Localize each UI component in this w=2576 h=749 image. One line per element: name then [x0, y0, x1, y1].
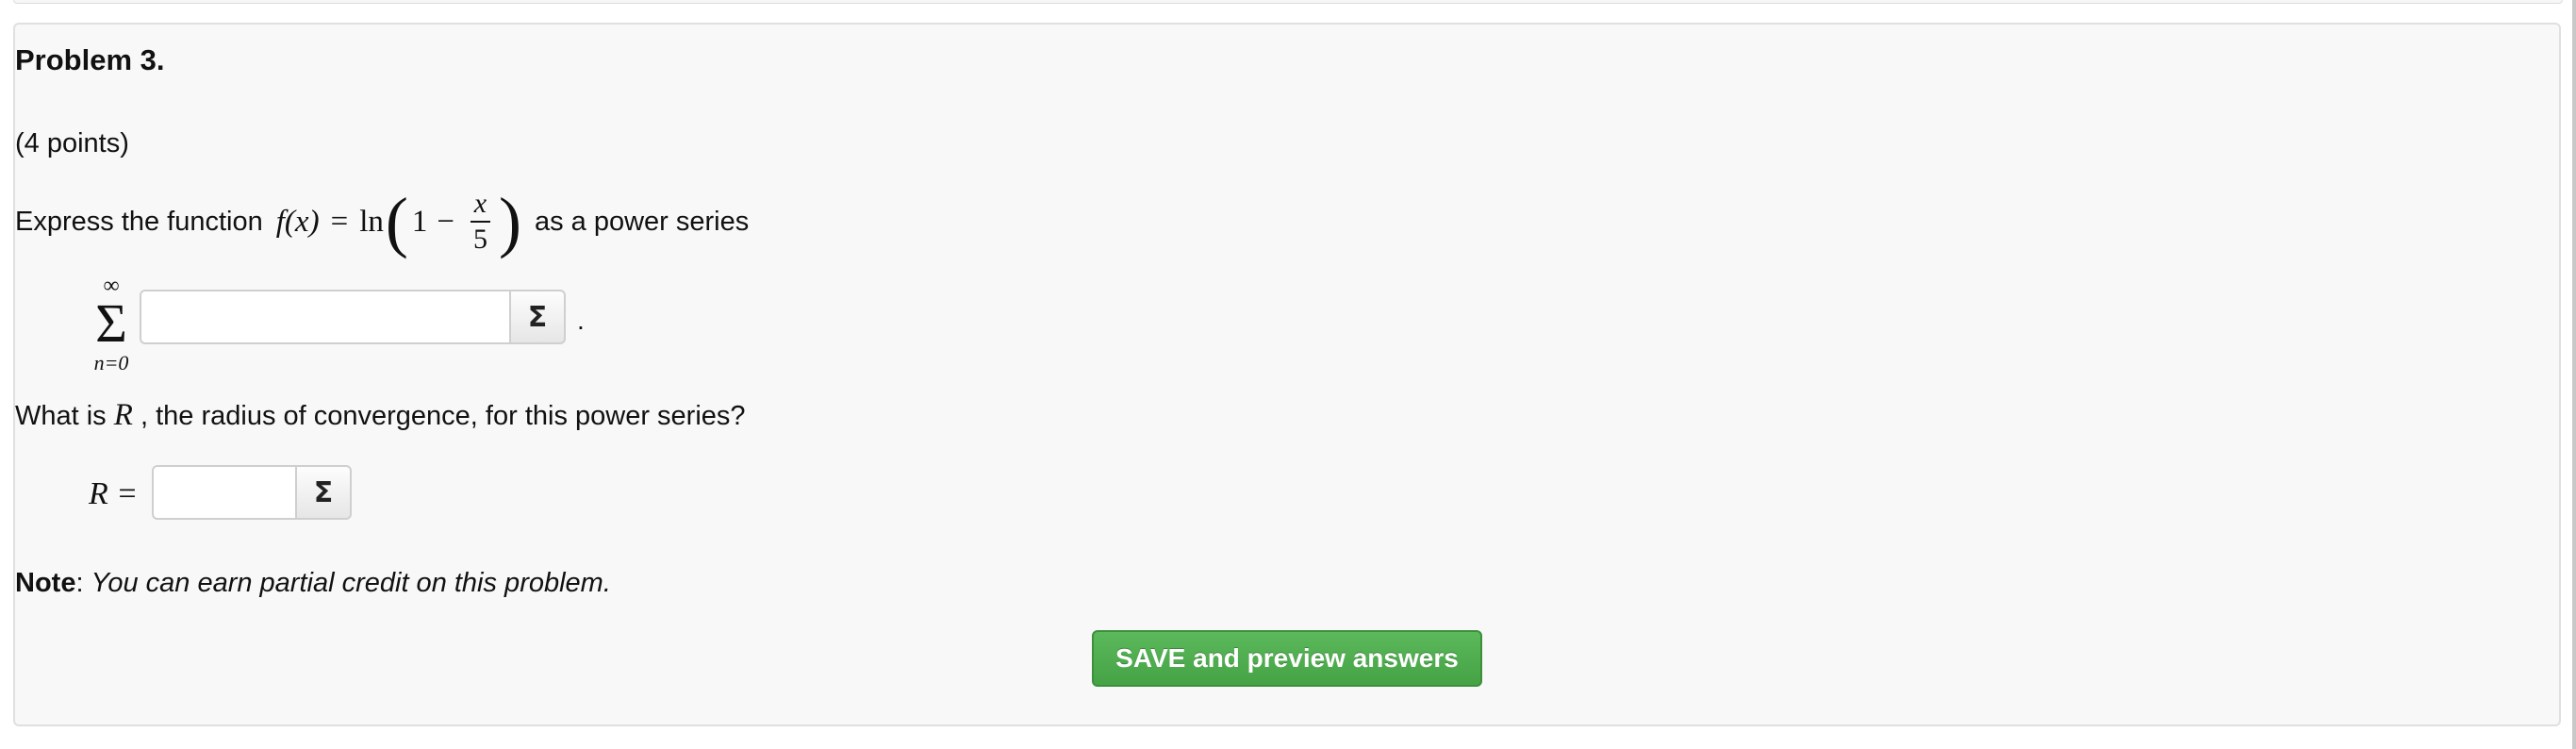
partial-credit-note: Note: You can earn partial credit on thi… [15, 568, 611, 599]
function-formula: f(x) = ln ( 1 − x 5 ) [276, 187, 523, 257]
function-equals: = [330, 204, 349, 239]
function-close-paren: ) [498, 184, 521, 259]
statement-suffix: as a power series [534, 206, 750, 237]
question-variable: R [113, 398, 133, 432]
problem-statement: Express the function f(x) = ln ( 1 − x 5… [15, 170, 749, 274]
question-prefix: What is [15, 401, 107, 431]
save-preview-button[interactable]: SAVE and preview answers [1092, 630, 1482, 687]
sigma-icon: Σ [527, 300, 548, 334]
radius-label: R = [89, 476, 138, 512]
function-minus: − [437, 204, 454, 239]
problem-points: (4 points) [15, 128, 129, 158]
series-equation-editor-button[interactable]: Σ [509, 290, 566, 344]
function-fraction: x 5 [470, 187, 491, 257]
radius-answer-group: Σ [152, 465, 352, 520]
note-text: You can earn partial credit on this prob… [91, 568, 611, 598]
radius-answer-input[interactable] [152, 465, 295, 520]
note-label: Note [15, 568, 76, 598]
problem-panel [13, 23, 2561, 726]
problem-title: Problem 3. [15, 43, 165, 76]
function-open-paren: ( [385, 184, 408, 259]
scrollbar-edge[interactable] [2572, 0, 2576, 749]
sum-lower-limit: n=0 [93, 351, 129, 374]
previous-panel-edge [13, 0, 2563, 4]
fraction-numerator: x [470, 187, 491, 223]
statement-prefix: Express the function [15, 206, 263, 237]
summation-symbol: ∞ Σ n=0 [87, 275, 136, 375]
sigma-icon: Σ [95, 292, 127, 354]
radius-question: What is R , the radius of convergence, f… [15, 398, 746, 433]
fraction-denominator: 5 [472, 224, 487, 255]
radius-label-text: R = [89, 476, 139, 511]
function-ln: ln [359, 204, 384, 239]
series-answer-group: Σ [140, 290, 566, 344]
question-suffix: , the radius of convergence, for this po… [140, 401, 746, 431]
radius-equation-editor-button[interactable]: Σ [295, 465, 352, 520]
series-period: . [577, 306, 585, 335]
function-one: 1 [411, 204, 428, 239]
function-lhs: f(x) [275, 204, 320, 239]
sigma-icon: Σ [313, 475, 334, 509]
note-colon: : [75, 568, 84, 598]
series-answer-input[interactable] [140, 290, 509, 344]
